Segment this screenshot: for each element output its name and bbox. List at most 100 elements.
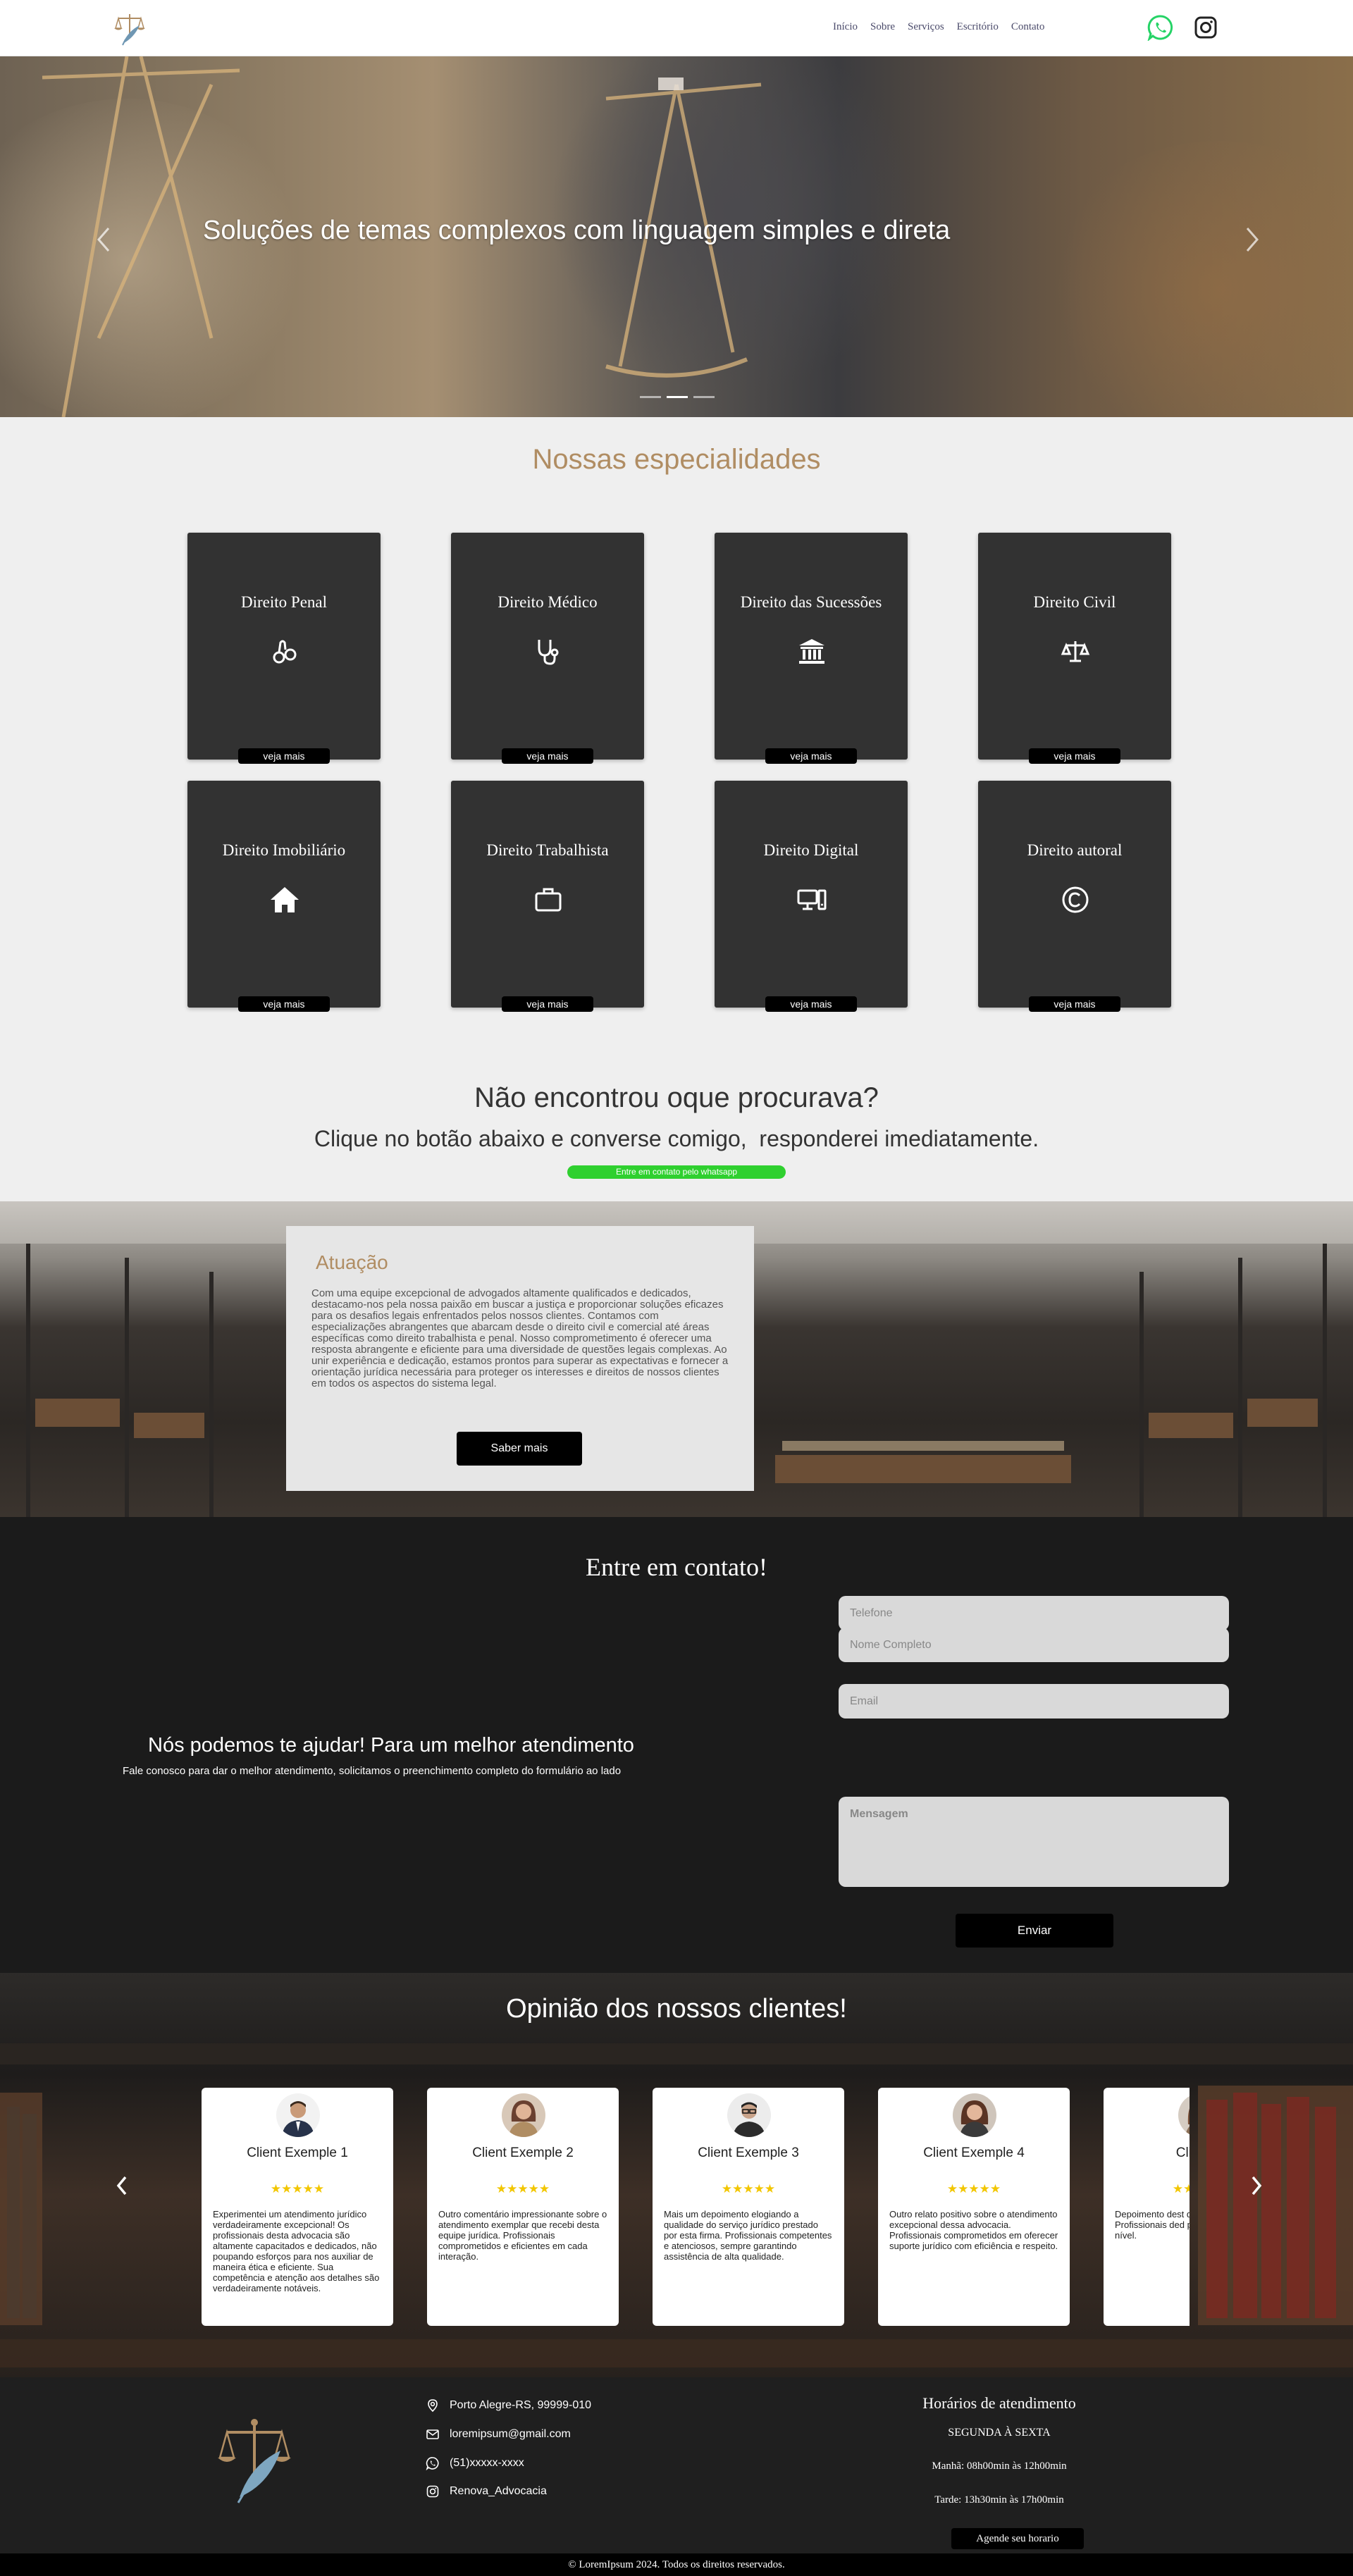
specialty-card-trabalhista[interactable]: Direito Trabalhista veja mais bbox=[451, 781, 644, 1012]
copyright-icon bbox=[1061, 885, 1090, 915]
hours-morning: Manhã: 08h00min às 12h00min bbox=[932, 2460, 1067, 2472]
testimonial-text: Depoimento dest do atendimento j Profiss… bbox=[1115, 2209, 1190, 2241]
chevron-right-icon[interactable] bbox=[1246, 2170, 1267, 2201]
address-text: Porto Alegre-RS, 99999-010 bbox=[450, 2399, 592, 2411]
nav-escritorio[interactable]: Escritório bbox=[957, 21, 999, 33]
carousel-dot[interactable] bbox=[640, 396, 661, 398]
veja-mais-button[interactable]: veja mais bbox=[238, 996, 330, 1012]
nav-inicio[interactable]: Início bbox=[833, 21, 858, 33]
phone-text[interactable]: (51)xxxxx-xxxx bbox=[450, 2457, 524, 2470]
star-rating: ★★★★★ bbox=[270, 2182, 325, 2196]
atuacao-panel: Atuação Com uma equipe excepcional de ad… bbox=[286, 1226, 754, 1491]
saber-mais-button[interactable]: Saber mais bbox=[457, 1432, 582, 1466]
carousel-indicators bbox=[640, 396, 715, 398]
footer-address: Porto Alegre-RS, 99999-010 bbox=[426, 2398, 591, 2413]
hero-title: Soluções de temas complexos com linguage… bbox=[203, 216, 951, 245]
footer-email[interactable]: loremipsum@gmail.com bbox=[426, 2427, 571, 2441]
specialty-card-medico[interactable]: Direito Médico veja mais bbox=[451, 533, 644, 764]
testimonials-title: Opinião dos nossos clientes! bbox=[506, 1994, 847, 2024]
testimonial-text: Mais um depoimento elogiando a qualidade… bbox=[664, 2209, 832, 2262]
schedule-button[interactable]: Agende seu horario bbox=[951, 2528, 1084, 2549]
atuacao-title: Atuação bbox=[316, 1251, 388, 1273]
veja-mais-button[interactable]: veja mais bbox=[765, 996, 857, 1012]
testimonial-card[interactable]: Client Exemple 1 ★★★★★ Experimentei um a… bbox=[202, 2088, 393, 2326]
scales-quill-logo[interactable] bbox=[113, 10, 147, 47]
specialty-title: Direito Penal bbox=[241, 593, 327, 611]
email-input[interactable] bbox=[839, 1684, 1229, 1719]
specialty-title: Direito Imobiliário bbox=[222, 841, 346, 859]
testimonial-card[interactable]: Client Exemple 3 ★★★★★ Mais um depoiment… bbox=[653, 2088, 844, 2326]
chevron-right-icon[interactable] bbox=[1237, 218, 1266, 261]
testimonial-name: Client Exemple 2 bbox=[472, 2145, 574, 2160]
testimonial-text: Outro comentário impressionante sobre o … bbox=[438, 2209, 607, 2262]
testimonial-name: Client Exemple 4 bbox=[923, 2145, 1025, 2160]
main-nav: Início Sobre Serviços Escritório Contato bbox=[833, 21, 1044, 33]
specialty-title: Direito Médico bbox=[498, 593, 598, 611]
footer-phone[interactable]: (51)xxxxx-xxxx bbox=[426, 2456, 524, 2471]
avatar bbox=[502, 2093, 545, 2137]
veja-mais-button[interactable]: veja mais bbox=[238, 748, 330, 764]
testimonial-name: Client E bbox=[1175, 2145, 1190, 2160]
chevron-left-icon[interactable] bbox=[90, 218, 118, 261]
chevron-left-icon[interactable] bbox=[111, 2170, 132, 2201]
nav-contato[interactable]: Contato bbox=[1011, 21, 1045, 33]
specialty-title: Direito Civil bbox=[1033, 593, 1116, 611]
contact-title: Entre em contato! bbox=[586, 1553, 767, 1581]
envelope-icon bbox=[426, 2427, 440, 2441]
cta-subtitle: Clique no botão abaixo e converse comigo… bbox=[314, 1126, 1039, 1151]
avatar bbox=[1178, 2093, 1190, 2137]
testimonial-card[interactable]: Client E ★★★★★ Depoimento dest do atendi… bbox=[1104, 2088, 1190, 2326]
hours-title: Horários de atendimento bbox=[922, 2394, 1076, 2412]
testimonials-carousel: Client Exemple 1 ★★★★★ Experimentei um a… bbox=[202, 2088, 1190, 2327]
avatar bbox=[276, 2093, 320, 2137]
testimonial-text: Experimentei um atendimento jurídico ver… bbox=[213, 2209, 380, 2293]
house-icon bbox=[270, 885, 299, 915]
phone-input[interactable] bbox=[839, 1596, 1229, 1630]
email-text[interactable]: loremipsum@gmail.com bbox=[450, 2428, 571, 2441]
avatar bbox=[953, 2093, 996, 2137]
message-textarea[interactable] bbox=[839, 1797, 1229, 1887]
site-footer: Porto Alegre-RS, 99999-010 loremipsum@gm… bbox=[0, 2377, 1353, 2553]
veja-mais-button[interactable]: veja mais bbox=[1029, 748, 1120, 764]
veja-mais-button[interactable]: veja mais bbox=[502, 996, 593, 1012]
nav-sobre[interactable]: Sobre bbox=[870, 21, 895, 33]
whatsapp-contact-button[interactable]: Entre em contato pelo whatsapp bbox=[567, 1165, 786, 1179]
hero-carousel: Soluções de temas complexos com linguage… bbox=[0, 56, 1353, 417]
specialty-card-autoral[interactable]: Direito autoral veja mais bbox=[978, 781, 1171, 1012]
carousel-dot[interactable] bbox=[693, 396, 715, 398]
star-rating: ★★★★★ bbox=[1172, 2182, 1190, 2196]
specialty-card-civil[interactable]: Direito Civil veja mais bbox=[978, 533, 1171, 764]
briefcase-icon bbox=[533, 885, 563, 915]
atuacao-text: Com uma equipe excepcional de advogados … bbox=[311, 1287, 729, 1389]
scales-icon bbox=[1061, 637, 1090, 667]
whatsapp-icon[interactable] bbox=[1147, 14, 1174, 42]
whatsapp-icon bbox=[426, 2456, 440, 2471]
nav-servicos[interactable]: Serviços bbox=[908, 21, 944, 33]
testimonial-card[interactable]: Client Exemple 4 ★★★★★ Outro relato posi… bbox=[878, 2088, 1070, 2326]
specialty-title: Direito das Sucessões bbox=[740, 593, 882, 611]
specialty-card-penal[interactable]: Direito Penal veja mais bbox=[187, 533, 381, 764]
veja-mais-button[interactable]: veja mais bbox=[502, 748, 593, 764]
specialty-card-digital[interactable]: Direito Digital veja mais bbox=[715, 781, 908, 1012]
hours-afternoon: Tarde: 13h30min às 17h00min bbox=[934, 2494, 1064, 2506]
veja-mais-button[interactable]: veja mais bbox=[765, 748, 857, 764]
specialty-card-sucessoes[interactable]: Direito das Sucessões veja mais bbox=[715, 533, 908, 764]
star-rating: ★★★★★ bbox=[946, 2182, 1001, 2196]
testimonial-card[interactable]: Client Exemple 2 ★★★★★ Outro comentário … bbox=[427, 2088, 619, 2326]
veja-mais-button[interactable]: veja mais bbox=[1029, 996, 1120, 1012]
testimonial-name: Client Exemple 3 bbox=[698, 2145, 799, 2160]
hours-days: SEGUNDA À SEXTA bbox=[948, 2427, 1051, 2439]
testimonial-text: Outro relato positivo sobre o atendiment… bbox=[889, 2209, 1058, 2251]
send-button[interactable]: Enviar bbox=[956, 1914, 1113, 1948]
specialty-card-imobiliario[interactable]: Direito Imobiliário veja mais bbox=[187, 781, 381, 1012]
instagram-text[interactable]: Renova_Advocacia bbox=[450, 2485, 547, 2498]
star-rating: ★★★★★ bbox=[495, 2182, 550, 2196]
scales-quill-logo bbox=[216, 2414, 293, 2506]
carousel-dot-active[interactable] bbox=[667, 396, 688, 398]
footer-instagram[interactable]: Renova_Advocacia bbox=[426, 2484, 547, 2498]
contact-section: Entre em contato! Nós podemos te ajudar!… bbox=[0, 1517, 1353, 1973]
name-input[interactable] bbox=[839, 1628, 1229, 1662]
contact-heading: Nós podemos te ajudar! Para um melhor at… bbox=[148, 1734, 634, 1757]
specialties-title: Nossas especialidades bbox=[532, 444, 821, 475]
instagram-icon[interactable] bbox=[1194, 16, 1218, 39]
